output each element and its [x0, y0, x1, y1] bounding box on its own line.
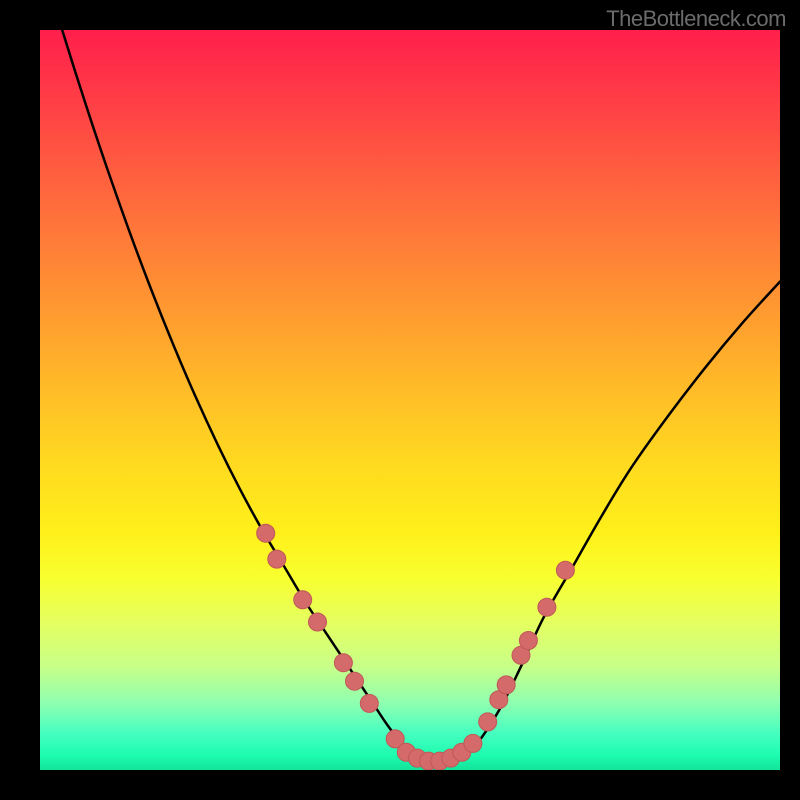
data-marker [497, 676, 515, 694]
data-marker [257, 524, 275, 542]
data-marker [268, 550, 286, 568]
watermark-text: TheBottleneck.com [606, 6, 786, 32]
data-marker [519, 632, 537, 650]
data-marker [309, 613, 327, 631]
chart-frame: TheBottleneck.com [0, 0, 800, 800]
bottleneck-curve [40, 30, 780, 763]
data-marker [294, 591, 312, 609]
plot-area [40, 30, 780, 770]
data-marker [360, 694, 378, 712]
curve-layer [40, 30, 780, 770]
data-marker [334, 654, 352, 672]
data-marker [346, 672, 364, 690]
data-marker [479, 713, 497, 731]
data-marker [538, 598, 556, 616]
data-marker [464, 734, 482, 752]
markers-group [257, 524, 575, 770]
data-marker [556, 561, 574, 579]
